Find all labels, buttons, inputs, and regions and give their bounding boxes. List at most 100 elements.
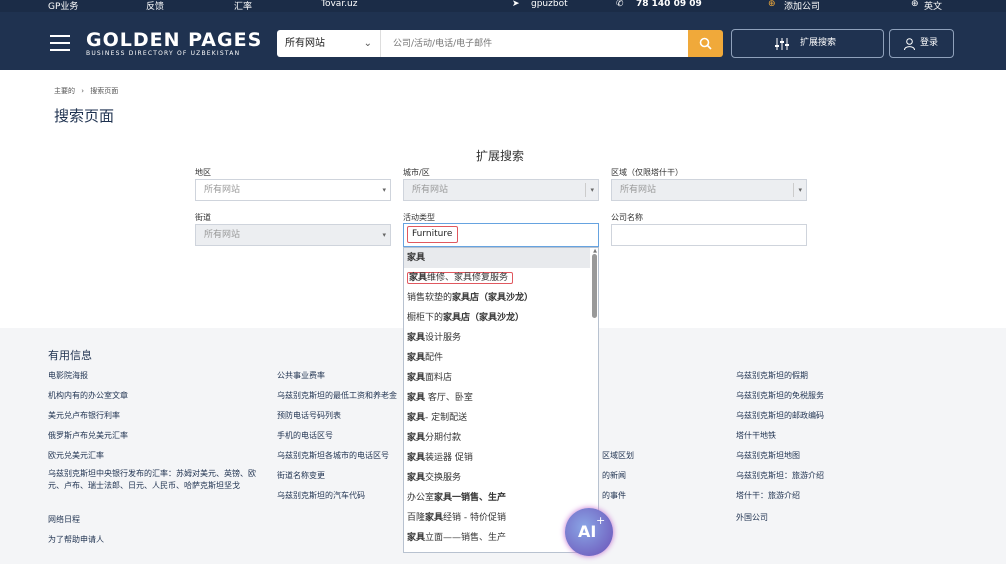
footer-link[interactable]: 外国公司 (736, 512, 768, 523)
region-select[interactable]: 所有网站 ▾ (195, 179, 391, 201)
footer-link[interactable]: 手机的电话区号 (277, 430, 333, 441)
select-divider (585, 183, 586, 197)
footer-link[interactable]: 乌兹别克斯坦：旅游介绍 (736, 470, 824, 481)
company-input[interactable] (611, 224, 807, 246)
search-button[interactable] (688, 30, 723, 57)
topbar-phone[interactable]: 78 140 09 09 (636, 0, 702, 9)
district-select[interactable]: 所有网站 ▾ (611, 179, 807, 201)
footer-link[interactable]: 的事件 (602, 490, 626, 501)
dropdown-option[interactable]: 办公室家具一销售、生产 (404, 488, 590, 508)
dropdown-option[interactable]: 家具配件 (404, 348, 590, 368)
dropdown-option[interactable]: 家具设计服务 (404, 328, 590, 348)
topbar-tovar[interactable]: Tovar.uz (321, 0, 357, 9)
dropdown-option[interactable]: 家具交换服务 (404, 468, 590, 488)
main-header: GOLDEN PAGES BUSINESS DIRECTORY OF UZBEK… (0, 12, 1006, 70)
activity-value: Furniture (407, 226, 458, 243)
footer-link[interactable]: 塔什干：旅游介绍 (736, 490, 800, 501)
footer-link[interactable]: 公共事业费率 (277, 370, 325, 381)
globe-icon: ⊕ (911, 0, 919, 9)
caret-down-icon: ▾ (798, 186, 802, 194)
footer-link[interactable]: 网络日程 (48, 514, 80, 525)
select-divider (793, 183, 794, 197)
site-select-value: 所有网站 (285, 38, 325, 49)
top-bar: GP业务 反馈 汇率 Tovar.uz ➤ gpuzbot ✆ 78 140 0… (0, 0, 1006, 12)
login-button[interactable]: 登录 (889, 29, 954, 58)
dropdown-option[interactable]: 家具分期付款 (404, 428, 590, 448)
dropdown-option[interactable]: 家具- 定制配送 (404, 408, 590, 428)
caret-down-icon: ▾ (382, 231, 386, 239)
topbar-bot[interactable]: gpuzbot (531, 0, 568, 9)
dropdown-option[interactable]: 销售软垫的家具店（家具沙龙） (404, 288, 590, 308)
form-title: 扩展搜索 (476, 149, 525, 163)
dropdown-option[interactable]: 家具维修、家具修复服务 (404, 268, 590, 288)
caret-down-icon: ▾ (382, 186, 386, 194)
footer-link[interactable]: 乌兹别克斯坦中央银行发布的汇率：苏姆对美元、英镑、欧元、卢布、瑞士法郎、日元、人… (48, 468, 268, 492)
footer-link[interactable]: 电影院海报 (48, 370, 88, 381)
footer-link[interactable]: 乌兹别克斯坦的最低工资和养老金 (277, 390, 397, 401)
dropdown-option[interactable]: 家具 客厅、卧室 (404, 388, 590, 408)
region-value: 所有网站 (204, 185, 241, 195)
footer-link[interactable]: 乌兹别克斯坦的汽车代码 (277, 490, 365, 501)
plus-circle-icon: ⊕ (768, 0, 776, 9)
footer-link[interactable]: 的新闻 (602, 470, 626, 481)
activity-dropdown: 家具 家具维修、家具修复服务 销售软垫的家具店（家具沙龙） 橱柜下的家具店（家具… (403, 247, 599, 553)
site-select[interactable]: 所有网站 ⌄ (277, 30, 380, 57)
dropdown-option[interactable]: 家具面料店 (404, 368, 590, 388)
chevron-down-icon: ⌄ (363, 38, 372, 49)
extended-search-button[interactable]: 扩展搜索 (731, 29, 884, 58)
dropdown-option[interactable]: 家具立面——销售、生产 (404, 528, 590, 548)
search-input[interactable] (380, 30, 688, 57)
footer-link[interactable]: 为了帮助申请人 (48, 534, 104, 545)
telegram-icon: ➤ (512, 0, 520, 9)
footer-link[interactable]: 预防电话号码列表 (277, 410, 341, 421)
footer-link[interactable]: 乌兹别克斯坦的邮政编码 (736, 410, 824, 421)
ai-assistant-button[interactable]: AI + (565, 508, 613, 556)
topbar-exchange-rate[interactable]: 汇率 (234, 0, 252, 12)
user-icon (904, 38, 915, 50)
dropdown-option[interactable]: 橱柜下的家具店（家具沙龙） (404, 308, 590, 328)
footer-link[interactable]: 街道名称变更 (277, 470, 325, 481)
footer-link[interactable]: 美元兑卢布银行利率 (48, 410, 120, 421)
district-value: 所有网站 (620, 185, 657, 195)
topbar-language[interactable]: 英文 (924, 0, 942, 12)
search-icon (699, 37, 712, 50)
logo-title: GOLDEN PAGES (86, 29, 263, 51)
company-label: 公司名称 (611, 213, 643, 222)
logo[interactable]: GOLDEN PAGES BUSINESS DIRECTORY OF UZBEK… (86, 30, 262, 58)
logo-subtitle: BUSINESS DIRECTORY OF UZBEKISTAN (86, 50, 241, 57)
footer-link[interactable]: 区域区划 (602, 450, 634, 461)
sliders-icon (775, 38, 789, 50)
dropdown-scrollbar[interactable] (592, 254, 597, 318)
street-select[interactable]: 所有网站 ▾ (195, 224, 391, 246)
breadcrumb: 主要的 › 搜索页面 (54, 86, 118, 96)
extended-search-label: 扩展搜索 (800, 38, 837, 48)
menu-icon[interactable] (50, 35, 70, 51)
activity-input[interactable]: Furniture (403, 223, 599, 247)
footer-link[interactable]: 塔什干地铁 (736, 430, 776, 441)
city-label: 城市/区 (403, 168, 430, 177)
footer-link[interactable]: 乌兹别克斯坦的假期 (736, 370, 808, 381)
caret-down-icon: ▾ (590, 186, 594, 194)
ai-label: AI (578, 522, 597, 541)
login-label: 登录 (920, 38, 939, 48)
footer-heading: 有用信息 (48, 349, 92, 362)
district-label: 区域（仅限塔什干） (611, 168, 683, 177)
topbar-feedback[interactable]: 反馈 (146, 0, 164, 12)
footer-link[interactable]: 欧元兑美元汇率 (48, 450, 104, 461)
topbar-gp-business[interactable]: GP业务 (48, 0, 78, 12)
city-select[interactable]: 所有网站 ▾ (403, 179, 599, 201)
footer-link[interactable]: 机构内有的办公室文章 (48, 390, 128, 401)
footer-link[interactable]: 乌兹别克斯坦的免税服务 (736, 390, 824, 401)
breadcrumb-home[interactable]: 主要的 (54, 87, 75, 95)
page-title: 搜索页面 (54, 107, 115, 125)
city-value: 所有网站 (412, 185, 449, 195)
footer-link[interactable]: 乌兹别克斯坦各城市的电话区号 (277, 450, 389, 461)
topbar-add-company[interactable]: 添加公司 (784, 0, 820, 12)
region-label: 地区 (195, 168, 211, 177)
dropdown-option[interactable]: 家具装运器 促销 (404, 448, 590, 468)
dropdown-option[interactable]: 百隆家具经销 - 特价促销 (404, 508, 590, 528)
footer-link[interactable]: 俄罗斯卢布兑美元汇率 (48, 430, 128, 441)
plus-icon: + (596, 514, 606, 527)
dropdown-option[interactable]: 家具 (404, 248, 590, 268)
footer-link[interactable]: 乌兹别克斯坦地图 (736, 450, 800, 461)
